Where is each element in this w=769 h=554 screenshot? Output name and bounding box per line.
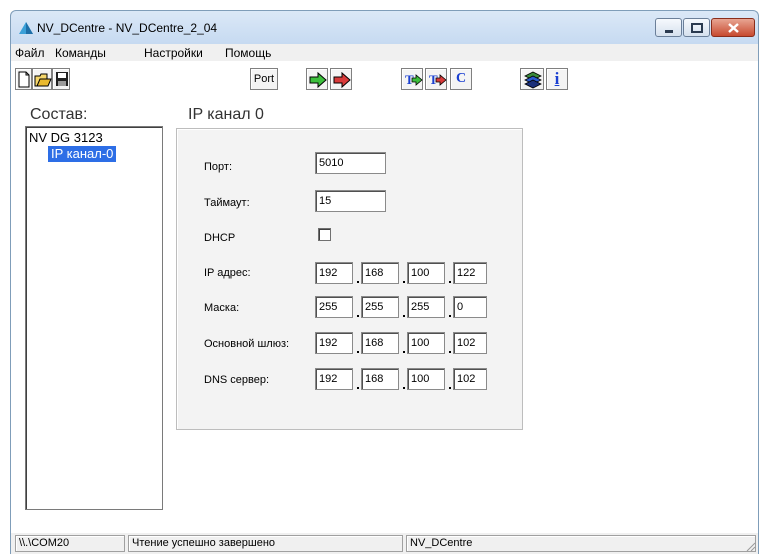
resize-grip-icon[interactable] [744,540,756,552]
new-file-button[interactable] [15,68,32,90]
gateway-octet-2[interactable]: 168 [361,332,399,354]
dns-octet-3[interactable]: 100 [407,368,445,390]
port-button[interactable]: Port [250,68,278,90]
timeout-label: Таймаут: [204,197,250,209]
open-folder-icon [34,73,52,87]
menu-settings[interactable]: Настройки [144,46,203,60]
ip-octet-2[interactable]: 168 [361,262,399,284]
gateway-octet-4[interactable]: 102 [453,332,487,354]
ip-separator-dot [449,281,451,283]
dns-separator-dot [357,387,359,389]
mask-octet-4[interactable]: 0 [453,296,487,318]
test-read-button[interactable]: T [425,68,447,90]
close-icon [728,23,739,33]
ip-octet-1[interactable]: 192 [315,262,353,284]
layers-stack-icon [524,71,542,89]
ip-octet-3[interactable]: 100 [407,262,445,284]
gateway-octet-3[interactable]: 100 [407,332,445,354]
dns-separator-dot [449,387,451,389]
mask-octet-2[interactable]: 255 [361,296,399,318]
layers-button[interactable] [520,68,544,90]
status-app: NV_DCentre [406,535,756,552]
menu-commands[interactable]: Команды [55,46,106,60]
dns-octet-1[interactable]: 192 [315,368,353,390]
maximize-button[interactable] [683,18,710,37]
dns-octet-4[interactable]: 102 [453,368,487,390]
save-file-button[interactable] [52,68,70,90]
port-field[interactable]: 5010 [315,152,386,174]
mask-separator-dot [357,315,359,317]
gateway-label: Основной шлюз: [204,338,290,350]
mask-octet-3[interactable]: 255 [407,296,445,318]
status-port: \\.\COM20 [15,535,125,552]
device-tree[interactable]: NV DG 3123 IP канал-0 [25,126,163,510]
mask-separator-dot [449,315,451,317]
port-label: Порт: [204,161,232,173]
menu-bar: Файл Команды Настройки Помощь [10,44,759,61]
panel-title: IP канал 0 [188,106,264,123]
floppy-disk-icon [56,72,68,86]
arrow-green-icon [309,71,327,89]
gateway-separator-dot [403,351,405,353]
dns-octet-2[interactable]: 168 [361,368,399,390]
status-bar: \\.\COM20 Чтение успешно завершено NV_DC… [10,533,759,554]
ip-octet-4[interactable]: 122 [453,262,487,284]
dns-separator-dot [403,387,405,389]
t-arrow-green-icon: T [405,72,423,87]
c-button[interactable]: C [450,68,472,90]
mask-label: Маска: [204,302,240,314]
gateway-separator-dot [449,351,451,353]
ip-address-label: IP адрес: [204,267,251,279]
ip-separator-dot [403,281,405,283]
ip-separator-dot [357,281,359,283]
gateway-octet-1[interactable]: 192 [315,332,353,354]
t-arrow-red-icon: T [429,72,447,87]
close-button[interactable] [711,18,755,37]
maximize-icon [691,23,703,33]
read-device-button[interactable] [330,68,352,90]
menu-file[interactable]: Файл [15,46,45,60]
arrow-red-icon [333,71,351,89]
status-message: Чтение успешно завершено [128,535,403,552]
dhcp-label: DHCP [204,232,236,244]
test-write-button[interactable]: T [401,68,423,90]
mask-separator-dot [403,315,405,317]
info-button[interactable]: i [546,68,568,90]
menu-help[interactable]: Помощь [225,46,271,60]
mask-octet-1[interactable]: 255 [315,296,353,318]
gateway-separator-dot [357,351,359,353]
tree-item-ip-channel[interactable]: IP канал-0 [46,145,118,163]
window-title: NV_DCentre - NV_DCentre_2_04 [37,21,218,35]
write-device-button[interactable] [306,68,328,90]
timeout-field[interactable]: 15 [315,190,386,212]
open-file-button[interactable] [32,68,52,90]
app-pyramid-icon [19,22,33,34]
dhcp-checkbox[interactable] [318,228,331,241]
tree-item-device[interactable]: NV DG 3123 [29,130,103,145]
composition-heading: Состав: [30,106,88,123]
minimize-button[interactable] [655,18,682,37]
minimize-icon [665,30,673,33]
dns-label: DNS сервер: [204,374,270,386]
title-bar: NV_DCentre - NV_DCentre_2_04 [10,10,759,44]
new-file-icon [18,71,30,88]
